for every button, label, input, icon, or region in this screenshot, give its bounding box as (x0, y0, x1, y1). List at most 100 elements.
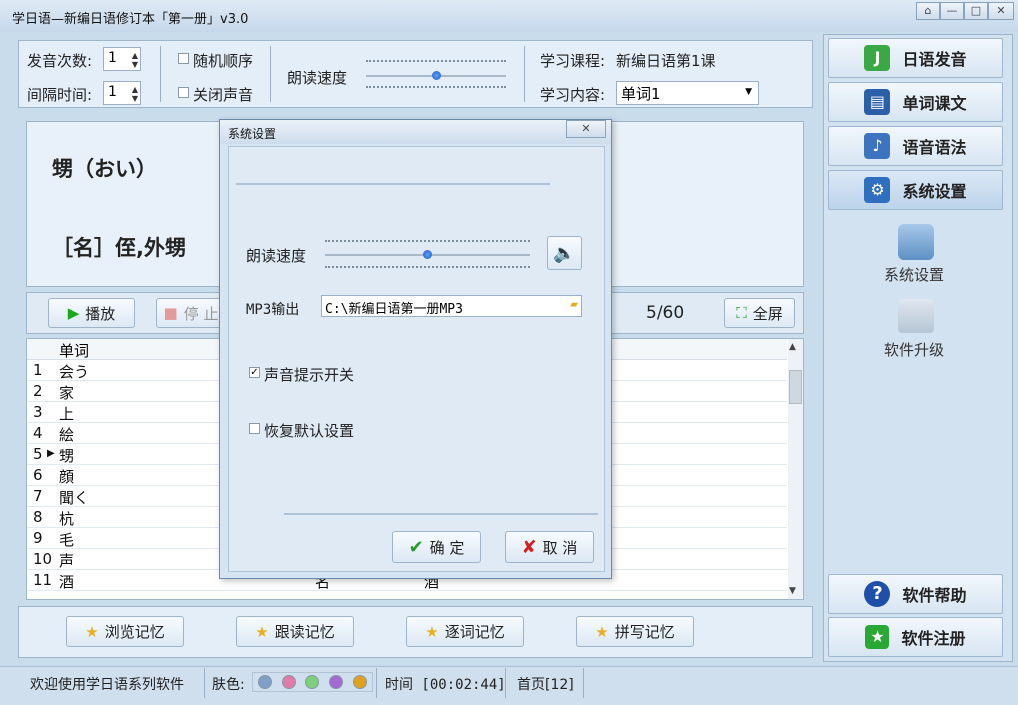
close-button[interactable]: ✕ (988, 2, 1014, 20)
settings-window-button[interactable]: ⌂ (916, 2, 940, 20)
system-settings-icon[interactable] (898, 224, 934, 260)
row-number: 8 (33, 508, 43, 526)
dialog-separator (236, 183, 550, 185)
stepper-up-icon[interactable]: ▲ (132, 51, 138, 60)
skin-label: 肤色: (212, 677, 245, 693)
row-word: 絵 (59, 426, 75, 444)
random-order-checkbox[interactable] (178, 53, 189, 64)
help-button[interactable]: ? 软件帮助 (828, 574, 1003, 614)
interval-stepper[interactable]: 1 ▲ ▼ (103, 81, 141, 105)
row-word: 甥 (59, 447, 75, 465)
nav-phonetics-grammar[interactable]: ♪ 语音语法 (828, 126, 1003, 166)
row-number: 6 (33, 466, 43, 484)
row-number: 3 (33, 403, 43, 421)
stepper-down-icon[interactable]: ▼ (132, 94, 138, 103)
sound-toggle-checkbox[interactable]: ✓ (249, 367, 260, 378)
row-number: 5 (33, 445, 43, 463)
stepper-up-icon[interactable]: ▲ (132, 85, 138, 94)
read-along-memory-button[interactable]: ★ 跟读记忆 (236, 616, 354, 647)
fullscreen-button[interactable]: ⛶ 全屏 (724, 298, 795, 328)
speed-slider-ticks (366, 86, 506, 88)
skin-swatches (252, 672, 373, 692)
folder-icon[interactable]: ▰ (570, 297, 578, 312)
dialog-slider-ticks (325, 240, 530, 242)
star-icon: ★ (255, 622, 269, 641)
help-icon: ? (864, 581, 891, 607)
spelling-memory-button[interactable]: ★ 拼写记忆 (576, 616, 694, 647)
status-divider (505, 668, 506, 698)
minimize-button[interactable]: — (940, 2, 964, 20)
stop-icon: ■ (163, 304, 178, 322)
fullscreen-icon: ⛶ (736, 304, 747, 322)
dialog-slider-thumb[interactable] (422, 250, 432, 259)
word-meaning: ［名］侄,外甥 (52, 236, 186, 260)
scroll-up-icon[interactable]: ▲ (789, 342, 796, 352)
row-word: 声 (59, 552, 75, 570)
status-divider (204, 668, 205, 698)
gears-icon: ⚙ (864, 177, 891, 203)
course-label: 学习课程: (540, 52, 606, 70)
skin-color-swatch[interactable] (329, 675, 344, 689)
skin-color-swatch[interactable] (257, 675, 272, 689)
row-word: 酒 (59, 573, 75, 591)
settings-dialog: 系统设置 ✕ 朗读速度 🔈 MP3输出 C:\新编日语第一册MP3 ▰ ✓ 声音提… (219, 119, 612, 579)
row-pointer-icon: ▶ (47, 448, 55, 459)
register-button[interactable]: ★ 软件注册 (828, 617, 1003, 657)
page-display: 首页[12] (517, 677, 574, 693)
cancel-button[interactable]: ✘ 取 消 (505, 531, 594, 563)
star-icon: ★ (425, 622, 439, 641)
audio-book-icon: ♪ (864, 133, 891, 159)
welcome-text: 欢迎使用学日语系列软件 (30, 677, 184, 693)
dialog-body (228, 146, 605, 572)
play-button[interactable]: ▶ 播放 (48, 298, 135, 328)
window-title: 学日语—新编日语修订本「第一册」v3.0 (12, 12, 249, 27)
row-number: 7 (33, 487, 43, 505)
register-icon: ★ (865, 625, 890, 649)
dialog-title: 系统设置 (228, 127, 277, 141)
pron-count-label: 发音次数: (27, 52, 93, 70)
row-number: 9 (33, 529, 43, 547)
book-j-icon: J (864, 45, 891, 71)
sub-item-system-settings[interactable]: 系统设置 (884, 264, 944, 285)
nav-system-settings[interactable]: ⚙ 系统设置 (828, 170, 1003, 210)
content-select[interactable]: 单词1 ▼ (616, 81, 759, 105)
stop-button[interactable]: ■ 停 止 (156, 298, 226, 328)
row-number: 10 (33, 550, 53, 568)
pron-count-stepper[interactable]: 1 ▲ ▼ (103, 47, 141, 71)
row-word: 杭 (59, 510, 75, 528)
speaker-icon[interactable]: 🔈 (547, 236, 582, 270)
time-display: 时间 [00:02:44] (385, 677, 506, 693)
ok-button[interactable]: ✔ 确 定 (392, 531, 481, 563)
mp3-label: MP3输出 (246, 302, 300, 318)
restore-default-checkbox[interactable] (249, 423, 260, 434)
word-reading: 甥（おい） (52, 157, 157, 181)
row-word: 家 (59, 384, 75, 402)
nav-japanese-pronunciation[interactable]: J 日语发音 (828, 38, 1003, 78)
nav-vocabulary-texts[interactable]: ▤ 单词课文 (828, 82, 1003, 122)
scrollbar-thumb[interactable] (789, 370, 802, 404)
word-by-word-memory-button[interactable]: ★ 逐词记忆 (406, 616, 524, 647)
scroll-down-icon[interactable]: ▼ (789, 586, 796, 596)
mp3-path-input[interactable]: C:\新编日语第一册MP3 ▰ (321, 295, 582, 317)
sub-item-upgrade[interactable]: 软件升级 (884, 339, 944, 360)
divider (524, 46, 525, 102)
cross-icon: ✘ (521, 536, 537, 558)
row-number: 4 (33, 424, 43, 442)
content-label: 学习内容: (540, 86, 606, 104)
row-number: 11 (33, 571, 53, 589)
divider (270, 46, 271, 102)
chevron-down-icon: ▼ (745, 87, 752, 97)
play-icon: ▶ (67, 304, 80, 322)
divider (160, 46, 161, 102)
speed-slider-thumb[interactable] (432, 71, 441, 80)
dialog-close-button[interactable]: ✕ (566, 120, 606, 138)
skin-color-swatch[interactable] (305, 675, 320, 689)
maximize-button[interactable]: □ (964, 2, 988, 20)
browse-memory-button[interactable]: ★ 浏览记忆 (66, 616, 184, 647)
stepper-down-icon[interactable]: ▼ (132, 60, 138, 69)
skin-color-swatch[interactable] (281, 675, 296, 689)
skin-color-swatch[interactable] (353, 675, 368, 689)
mute-checkbox[interactable] (178, 87, 189, 98)
star-icon: ★ (595, 622, 609, 641)
upgrade-icon[interactable] (898, 299, 934, 333)
